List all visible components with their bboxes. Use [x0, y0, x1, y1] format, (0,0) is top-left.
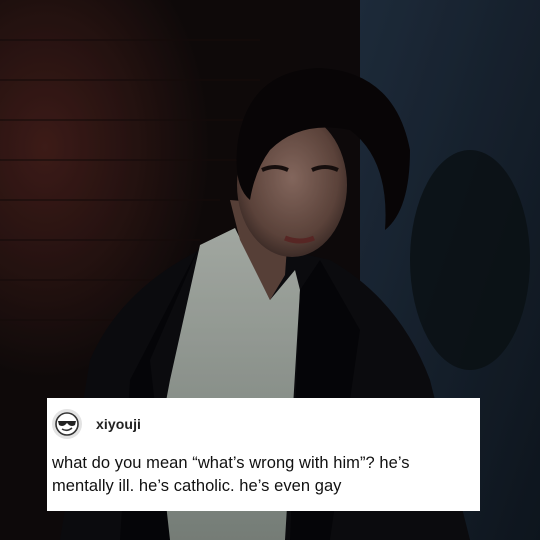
- post-text: what do you mean “what’s wrong with him”…: [52, 452, 472, 498]
- post-username[interactable]: xiyouji: [96, 416, 141, 432]
- post-header: xiyouji: [52, 408, 472, 440]
- tumblr-post-card: xiyouji what do you mean “what’s wrong w…: [47, 398, 480, 511]
- meme-image: xiyouji what do you mean “what’s wrong w…: [0, 0, 540, 540]
- post-text-line-2: mentally ill. he’s catholic. he’s even g…: [52, 477, 342, 495]
- post-text-line-1: what do you mean “what’s wrong with him”…: [52, 454, 410, 472]
- sunglasses-emoji-icon[interactable]: [52, 409, 82, 439]
